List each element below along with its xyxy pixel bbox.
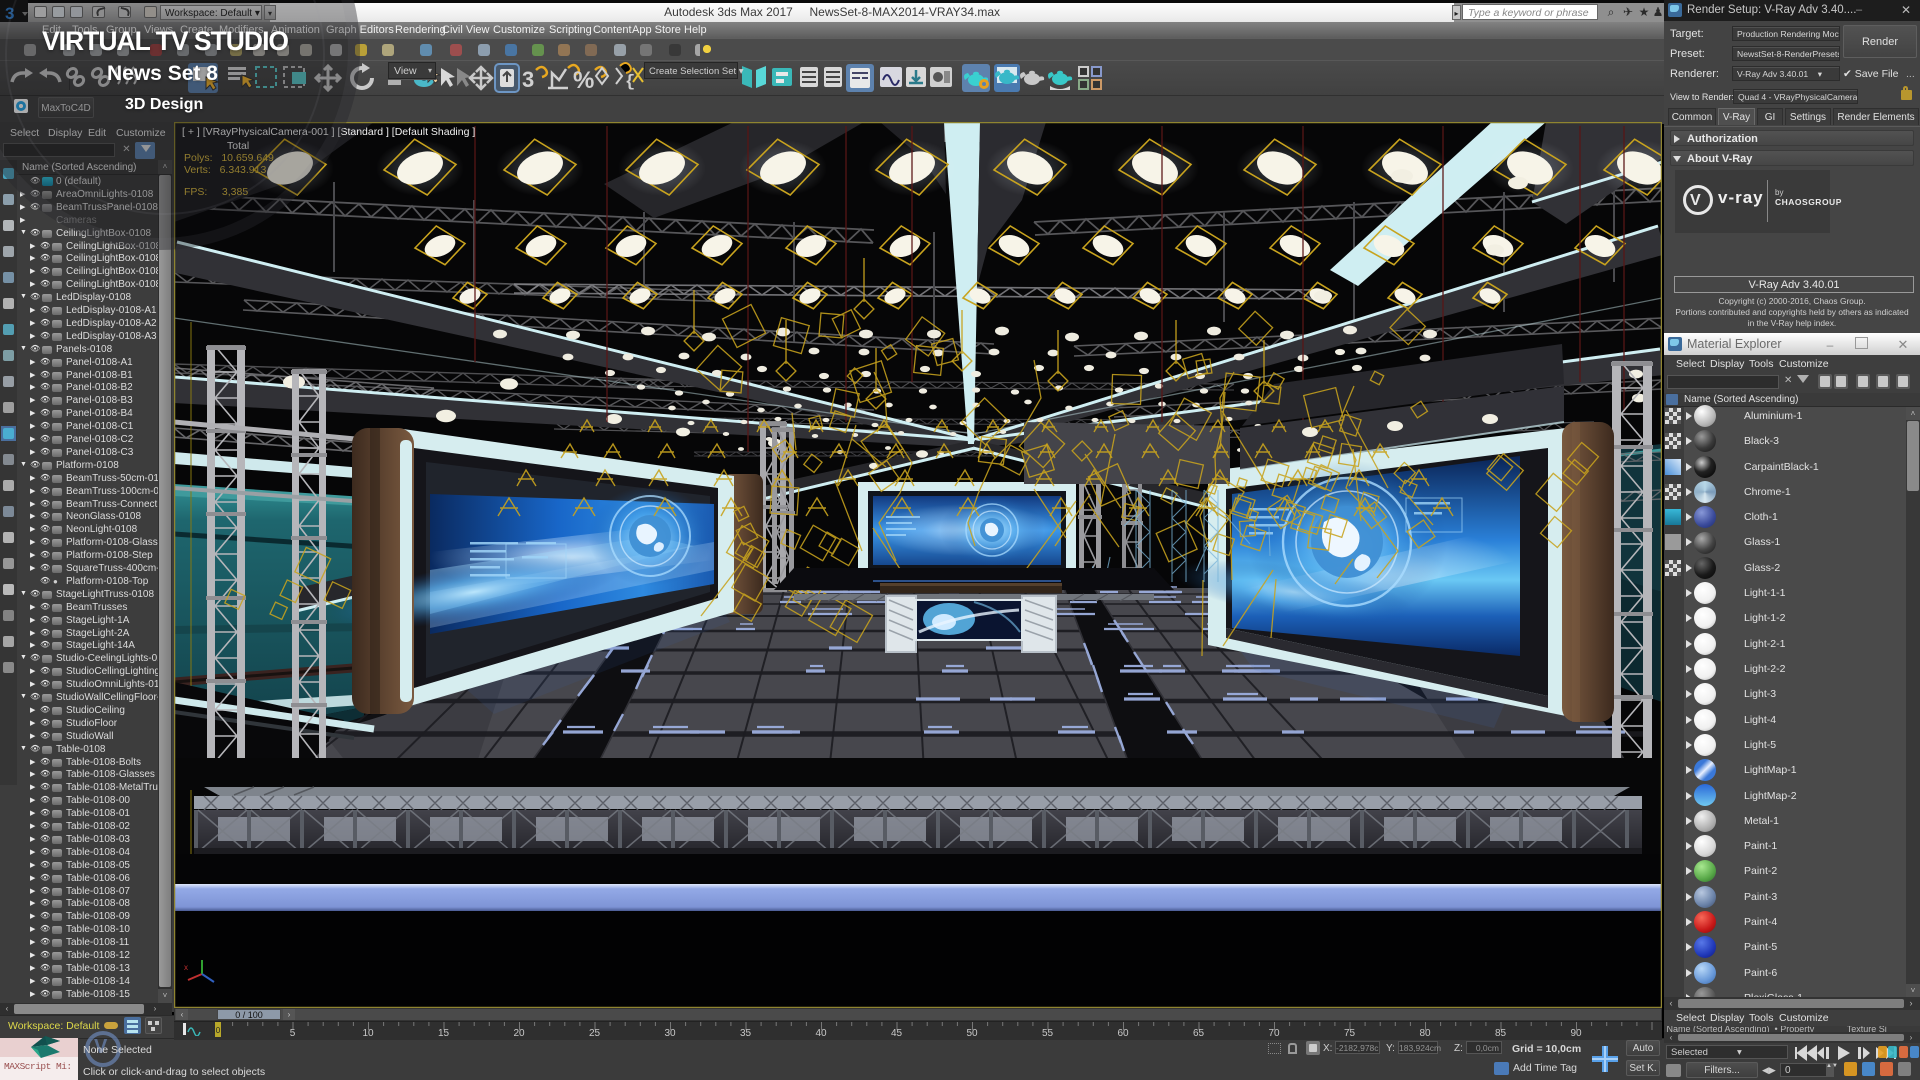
svg-text:65: 65 xyxy=(1193,1028,1205,1039)
svg-text:5: 5 xyxy=(290,1028,296,1039)
svg-text:55: 55 xyxy=(1042,1028,1054,1039)
svg-text:80: 80 xyxy=(1419,1028,1431,1039)
svg-text:35: 35 xyxy=(740,1028,752,1039)
svg-text:20: 20 xyxy=(513,1028,525,1039)
svg-text:{: { xyxy=(625,73,635,92)
svg-text:10: 10 xyxy=(362,1028,374,1039)
svg-text:40: 40 xyxy=(815,1028,827,1039)
svg-text:0: 0 xyxy=(216,1026,221,1035)
svg-text:70: 70 xyxy=(1268,1028,1280,1039)
svg-text:25: 25 xyxy=(589,1028,601,1039)
svg-text:75: 75 xyxy=(1344,1028,1356,1039)
svg-text:50: 50 xyxy=(966,1028,978,1039)
svg-text:%: % xyxy=(573,67,594,94)
svg-text:90: 90 xyxy=(1570,1028,1582,1039)
svg-text:60: 60 xyxy=(1117,1028,1129,1039)
svg-text:45: 45 xyxy=(891,1028,903,1039)
svg-text:30: 30 xyxy=(664,1028,676,1039)
svg-text:85: 85 xyxy=(1495,1028,1507,1039)
svg-text:15: 15 xyxy=(438,1028,450,1039)
svg-text:3: 3 xyxy=(522,67,534,92)
svg-text:x: x xyxy=(184,963,188,972)
